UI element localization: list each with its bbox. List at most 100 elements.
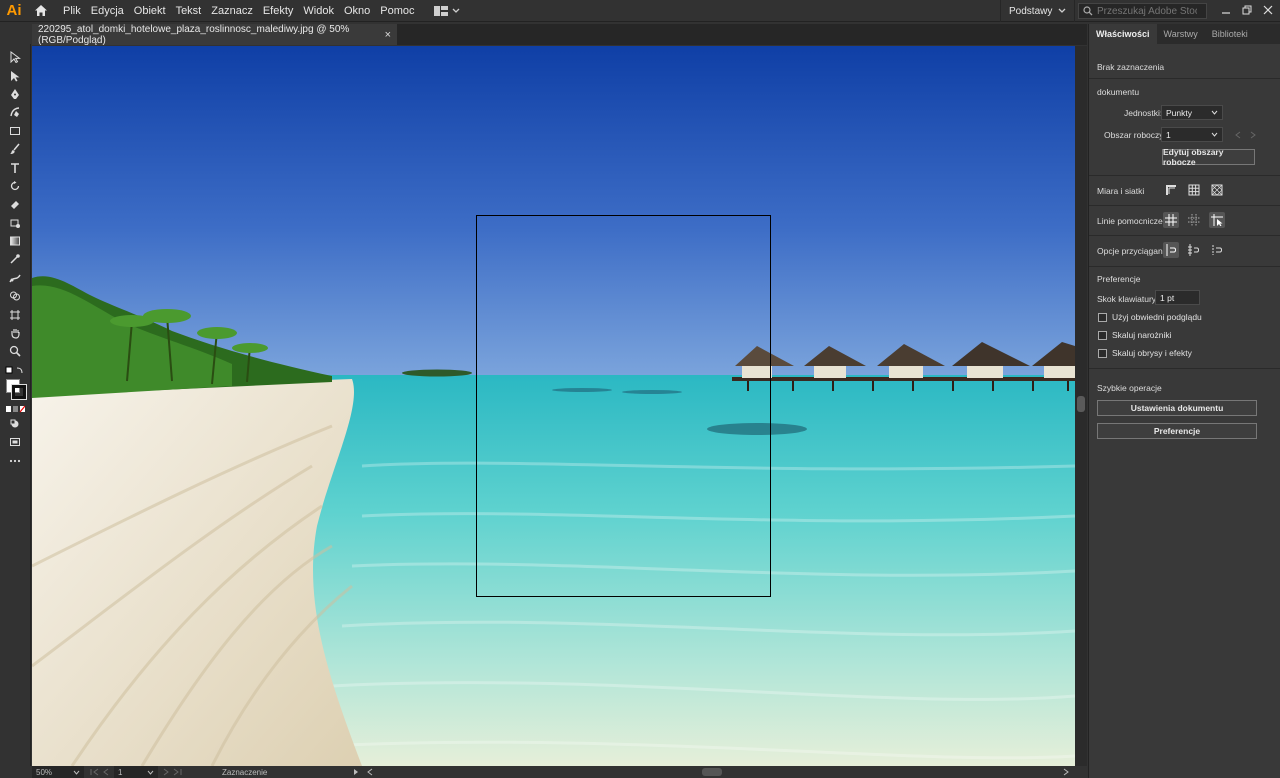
snap-to-pixel-icon[interactable] <box>1209 242 1225 258</box>
eyedropper-tool-icon[interactable] <box>4 250 26 268</box>
status-bar: 50% 1 Zaznaczenie <box>32 766 1075 778</box>
horizontal-scroll-thumb[interactable] <box>702 768 722 776</box>
rectangle-tool-icon[interactable] <box>4 122 26 140</box>
status-menu-arrow-icon[interactable] <box>352 768 360 776</box>
rotate-tool-icon[interactable] <box>4 177 26 195</box>
arrange-documents-button[interactable] <box>433 5 460 16</box>
smart-guides-icon[interactable] <box>1209 212 1225 228</box>
ruler-icon[interactable] <box>1163 182 1179 198</box>
document-canvas[interactable] <box>32 46 1075 766</box>
selection-tool-icon[interactable] <box>4 48 26 66</box>
preview-bounds-checkbox-row[interactable]: Użyj obwiedni podglądu <box>1098 312 1202 322</box>
grid-icon[interactable] <box>1186 182 1202 198</box>
more-tools-icon[interactable] <box>4 451 26 469</box>
scale-corners-checkbox[interactable] <box>1098 330 1107 340</box>
menu-tekst[interactable]: Tekst <box>171 0 207 22</box>
direct-selection-tool-icon[interactable] <box>4 66 26 84</box>
workspace-switcher[interactable]: Podstawy <box>1000 0 1076 22</box>
previous-artboard-icon[interactable] <box>1234 131 1242 139</box>
units-select[interactable]: Punkty <box>1161 105 1223 120</box>
transparency-grid-icon[interactable] <box>1209 182 1225 198</box>
eraser-tool-icon[interactable] <box>4 195 26 213</box>
gradient-tool-icon[interactable] <box>4 232 26 250</box>
menu-okno[interactable]: Okno <box>339 0 375 22</box>
zoom-level-value: 50% <box>36 767 53 777</box>
document-section-title: dokumentu <box>1097 87 1140 97</box>
shape-builder-tool-icon[interactable] <box>4 287 26 305</box>
close-tab-icon[interactable]: × <box>385 29 391 41</box>
scale-corners-checkbox-row[interactable]: Skaluj narożniki <box>1098 330 1172 340</box>
beach-photo <box>32 46 1075 766</box>
keyboard-increment-field[interactable]: 1 pt <box>1155 290 1200 305</box>
zoom-tool-icon[interactable] <box>4 342 26 360</box>
menu-zaznacz[interactable]: Zaznacz <box>206 0 258 22</box>
document-tab[interactable]: 220295_atol_domki_hotelowe_plaza_roslinn… <box>32 23 397 46</box>
scroll-right-icon[interactable] <box>1062 768 1070 776</box>
tab-properties[interactable]: Właściwości <box>1089 24 1157 44</box>
properties-panel: Właściwości Warstwy Biblioteki Brak zazn… <box>1088 24 1280 778</box>
next-artboard-icon[interactable] <box>1249 131 1257 139</box>
tab-libraries[interactable]: Biblioteki <box>1205 24 1255 44</box>
lock-guides-icon[interactable] <box>1186 212 1202 228</box>
menu-obiekt[interactable]: Obiekt <box>129 0 171 22</box>
artboard-label: Obszar roboczy: <box>1104 130 1166 140</box>
restore-button[interactable] <box>1236 0 1258 20</box>
minimize-button[interactable] <box>1215 0 1237 20</box>
swap-fill-stroke-icon[interactable] <box>4 365 26 377</box>
document-settings-button[interactable]: Ustawienia dokumentu <box>1097 400 1257 416</box>
blend-tool-icon[interactable] <box>4 269 26 287</box>
artboard-select[interactable]: 1 <box>1161 127 1223 142</box>
last-artboard-icon[interactable] <box>172 768 182 776</box>
scroll-left-icon[interactable] <box>366 768 374 776</box>
screen-mode-icon[interactable] <box>4 433 26 451</box>
stroke-swatch[interactable] <box>11 383 27 400</box>
paintbrush-tool-icon[interactable] <box>4 140 26 158</box>
tab-layers[interactable]: Warstwy <box>1157 24 1205 44</box>
curvature-tool-icon[interactable] <box>4 103 26 121</box>
artboard-tool-icon[interactable] <box>4 305 26 323</box>
status-info-text: Zaznaczenie <box>222 767 268 777</box>
menu-edycja[interactable]: Edycja <box>86 0 129 22</box>
artboard-number-select[interactable]: 1 <box>114 766 158 778</box>
menu-pomoc[interactable]: Pomoc <box>375 0 419 22</box>
rulers-grids-label: Miara i siatki <box>1097 186 1145 196</box>
guides-label: Linie pomocnicze <box>1097 216 1163 226</box>
vertical-scroll-thumb[interactable] <box>1077 396 1085 412</box>
type-tool-icon[interactable] <box>4 158 26 176</box>
preview-bounds-checkbox[interactable] <box>1098 312 1107 322</box>
scale-strokes-checkbox[interactable] <box>1098 348 1107 358</box>
chevron-down-icon <box>1211 132 1218 137</box>
fill-stroke-swatches[interactable] <box>2 377 28 403</box>
previous-artboard-icon[interactable] <box>102 768 110 776</box>
zoom-level-select[interactable]: 50% <box>32 766 84 778</box>
free-transform-tool-icon[interactable] <box>4 214 26 232</box>
document-tab-title: 220295_atol_domki_hotelowe_plaza_roslinn… <box>38 23 350 46</box>
vertical-scrollbar[interactable] <box>1075 46 1087 766</box>
first-artboard-icon[interactable] <box>90 768 100 776</box>
preferences-button[interactable]: Preferencje <box>1097 423 1257 439</box>
snap-to-grid-icon[interactable] <box>1186 242 1202 258</box>
pen-tool-icon[interactable] <box>4 85 26 103</box>
search-input[interactable] <box>1097 5 1197 17</box>
draw-mode-icon[interactable] <box>4 415 26 433</box>
show-guides-icon[interactable] <box>1163 212 1179 228</box>
next-artboard-icon[interactable] <box>162 768 170 776</box>
menu-efekty[interactable]: Efekty <box>258 0 299 22</box>
hand-tool-icon[interactable] <box>4 324 26 342</box>
stock-search-box[interactable] <box>1078 3 1207 19</box>
edit-artboards-button[interactable]: Edytuj obszary robocze <box>1162 147 1255 167</box>
tools-panel <box>0 44 31 766</box>
keyboard-increment-value: 1 pt <box>1160 292 1175 303</box>
app-logo: Ai <box>6 2 22 19</box>
close-window-button[interactable] <box>1257 0 1279 20</box>
snap-options-label: Opcje przyciągania <box>1097 246 1170 256</box>
menu-plik[interactable]: Plik <box>58 0 86 22</box>
units-label: Jednostki: <box>1124 108 1163 118</box>
menu-widok[interactable]: Widok <box>298 0 339 22</box>
snap-to-point-icon[interactable] <box>1163 242 1179 258</box>
scale-strokes-label: Skaluj obrysy i efekty <box>1112 348 1192 358</box>
scale-strokes-checkbox-row[interactable]: Skaluj obrysy i efekty <box>1098 348 1192 358</box>
color-mode-icon[interactable] <box>4 403 26 415</box>
home-icon[interactable] <box>30 0 52 22</box>
keyboard-increment-label: Skok klawiatury: <box>1097 294 1159 304</box>
